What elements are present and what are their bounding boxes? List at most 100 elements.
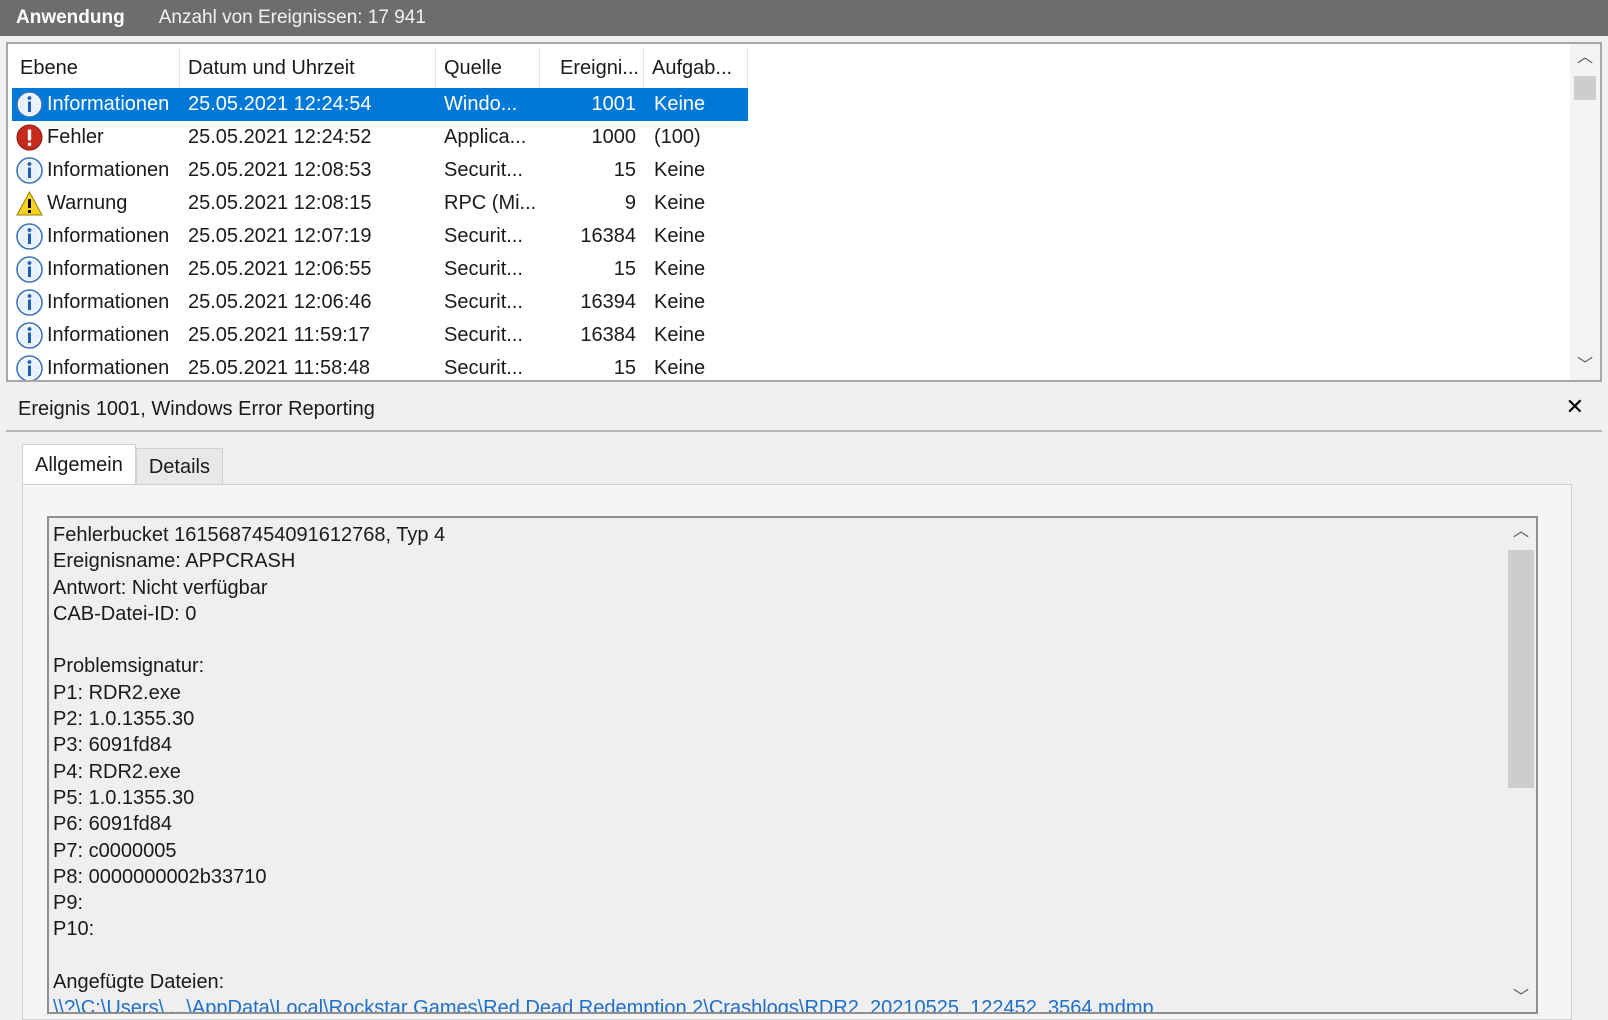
events-list-pane[interactable]: Ebene Datum und Uhrzeit Quelle Ereigni..… (6, 42, 1602, 382)
grid-rows: Informationen 25.05.2021 12:24:54 Windo...… (12, 88, 748, 380)
event-row[interactable]: Informationen 25.05.2021 11:58:48 Securit.… (12, 352, 748, 380)
event-description-text: Fehlerbucket 1615687454091612768, Typ 4 E… (53, 522, 1154, 1012)
event-task-cell: Keine (654, 159, 706, 181)
info-icon (16, 322, 43, 349)
description-line: P1: RDR2.exe (53, 681, 181, 704)
description-line (53, 943, 1154, 969)
description-line: P9: (53, 892, 84, 915)
column-header-datetime[interactable]: Datum und Uhrzeit (180, 48, 436, 88)
description-line: P5: 1.0.1355.30 (53, 786, 195, 809)
event-level-cell: Informationen (12, 91, 180, 118)
warning-icon (16, 190, 43, 217)
event-level-cell: Informationen (12, 322, 180, 349)
event-description-textbox[interactable]: Fehlerbucket 1615687454091612768, Typ 4 E… (47, 516, 1538, 1014)
event-detail-header: Ereignis 1001, Windows Error Reporting ✕ (6, 388, 1602, 432)
desc-scroll-up-arrow-icon[interactable]: ︿ (1506, 518, 1536, 546)
column-header-event-id[interactable]: Ereigni... (540, 48, 644, 88)
column-header-source[interactable]: Quelle (436, 48, 540, 88)
event-id-cell: 1001 (591, 93, 637, 115)
tab-general[interactable]: Allgemein (22, 444, 136, 484)
event-level-cell: Informationen (12, 289, 180, 316)
log-name: Anwendung (16, 7, 125, 28)
attached-file-link[interactable]: \\?\C:\Users\ ...\AppData\Local\Rockstar… (53, 995, 1154, 1012)
event-source-cell: RPC (Mi... (444, 192, 537, 214)
event-level-label: Informationen (47, 159, 170, 181)
desc-scroll-down-arrow-icon[interactable]: ﹀ (1506, 984, 1536, 1012)
description-line: Problemsignatur: (53, 655, 205, 678)
description-vertical-scrollbar[interactable]: ︿ ﹀ (1506, 518, 1536, 1012)
event-row[interactable]: Informationen 25.05.2021 12:07:19 Securit.… (12, 220, 748, 253)
tab-details[interactable]: Details (135, 448, 223, 484)
column-header-task-category[interactable]: Aufgab... (644, 48, 748, 88)
event-source-cell: Windo... (444, 93, 518, 115)
scroll-up-arrow-icon[interactable]: ︿ (1570, 44, 1600, 72)
event-row[interactable]: Informationen 25.05.2021 12:08:53 Securit.… (12, 154, 748, 187)
event-level-cell: Fehler (12, 124, 180, 151)
event-id-cell: 16384 (580, 324, 636, 346)
event-level-cell: Informationen (12, 256, 180, 283)
event-row[interactable]: Warnung 25.05.2021 12:08:15 RPC (Mi... 9 Kei… (12, 187, 748, 220)
event-level-cell: Informationen (12, 355, 180, 380)
event-level-label: Informationen (47, 324, 170, 346)
description-line: P7: c0000005 (53, 839, 177, 862)
detail-tabs: Allgemein Details (22, 444, 223, 484)
event-row[interactable]: Informationen 25.05.2021 12:06:55 Securit.… (12, 253, 748, 286)
close-icon[interactable]: ✕ (1566, 394, 1584, 420)
event-level-cell: Informationen (12, 223, 180, 250)
event-level-label: Informationen (47, 291, 170, 313)
event-row[interactable]: Informationen 25.05.2021 12:24:54 Windo...… (12, 88, 748, 121)
event-level-label: Informationen (47, 93, 170, 115)
error-icon (16, 124, 43, 151)
event-level-label: Informationen (47, 357, 170, 379)
event-datetime-cell: 25.05.2021 12:08:15 (188, 192, 372, 214)
event-row[interactable]: Informationen 25.05.2021 11:59:17 Securit.… (12, 319, 748, 352)
description-line: CAB-Datei-ID: 0 (53, 602, 197, 625)
event-level-label: Warnung (47, 192, 128, 214)
event-source-cell: Securit... (444, 357, 523, 379)
event-row[interactable]: Informationen 25.05.2021 12:06:46 Securit.… (12, 286, 748, 319)
log-title-bar: Anwendung Anzahl von Ereignissen: 17 941 (0, 0, 1608, 36)
event-source-cell: Applica... (444, 126, 527, 148)
event-id-cell: 9 (624, 192, 636, 214)
event-task-cell: Keine (654, 93, 706, 115)
event-task-cell: (100) (654, 126, 701, 148)
event-task-cell: Keine (654, 192, 706, 214)
event-count: Anzahl von Ereignissen: 17 941 (158, 7, 426, 28)
events-scroll-thumb[interactable] (1574, 76, 1596, 100)
description-line: P4: RDR2.exe (53, 760, 181, 783)
event-id-cell: 15 (613, 258, 636, 280)
info-icon (16, 157, 43, 184)
description-line: P3: 6091fd84 (53, 734, 172, 757)
grid-header: Ebene Datum und Uhrzeit Quelle Ereigni..… (12, 48, 748, 88)
events-grid: Ebene Datum und Uhrzeit Quelle Ereigni..… (12, 48, 748, 380)
info-icon (16, 355, 43, 380)
event-datetime-cell: 25.05.2021 12:08:53 (188, 159, 372, 181)
description-line: P10: (53, 918, 95, 941)
event-detail-title: Ereignis 1001, Windows Error Reporting (18, 398, 375, 420)
event-datetime-cell: 25.05.2021 12:06:55 (188, 258, 372, 280)
event-level-label: Informationen (47, 258, 170, 280)
description-scroll-thumb[interactable] (1508, 550, 1534, 788)
event-id-cell: 1000 (591, 126, 637, 148)
event-datetime-cell: 25.05.2021 11:59:17 (188, 324, 371, 346)
event-source-cell: Securit... (444, 324, 523, 346)
event-id-cell: 15 (613, 159, 636, 181)
event-level-cell: Informationen (12, 157, 180, 184)
event-datetime-cell: 25.05.2021 12:24:54 (188, 93, 372, 115)
event-task-cell: Keine (654, 324, 706, 346)
event-source-cell: Securit... (444, 291, 523, 313)
column-header-level[interactable]: Ebene (12, 48, 180, 88)
events-vertical-scrollbar[interactable]: ︿ ﹀ (1570, 44, 1600, 380)
event-datetime-cell: 25.05.2021 11:58:48 (188, 357, 371, 379)
event-id-cell: 16384 (580, 225, 636, 247)
description-line (53, 627, 1154, 653)
scroll-down-arrow-icon[interactable]: ﹀ (1570, 352, 1600, 380)
info-icon (16, 289, 43, 316)
info-icon (16, 223, 43, 250)
event-task-cell: Keine (654, 291, 706, 313)
event-source-cell: Securit... (444, 225, 523, 247)
event-row[interactable]: Fehler 25.05.2021 12:24:52 Applica... 1000 (… (12, 121, 748, 154)
event-id-cell: 16394 (580, 291, 636, 313)
event-task-cell: Keine (654, 225, 706, 247)
event-level-cell: Warnung (12, 190, 180, 217)
